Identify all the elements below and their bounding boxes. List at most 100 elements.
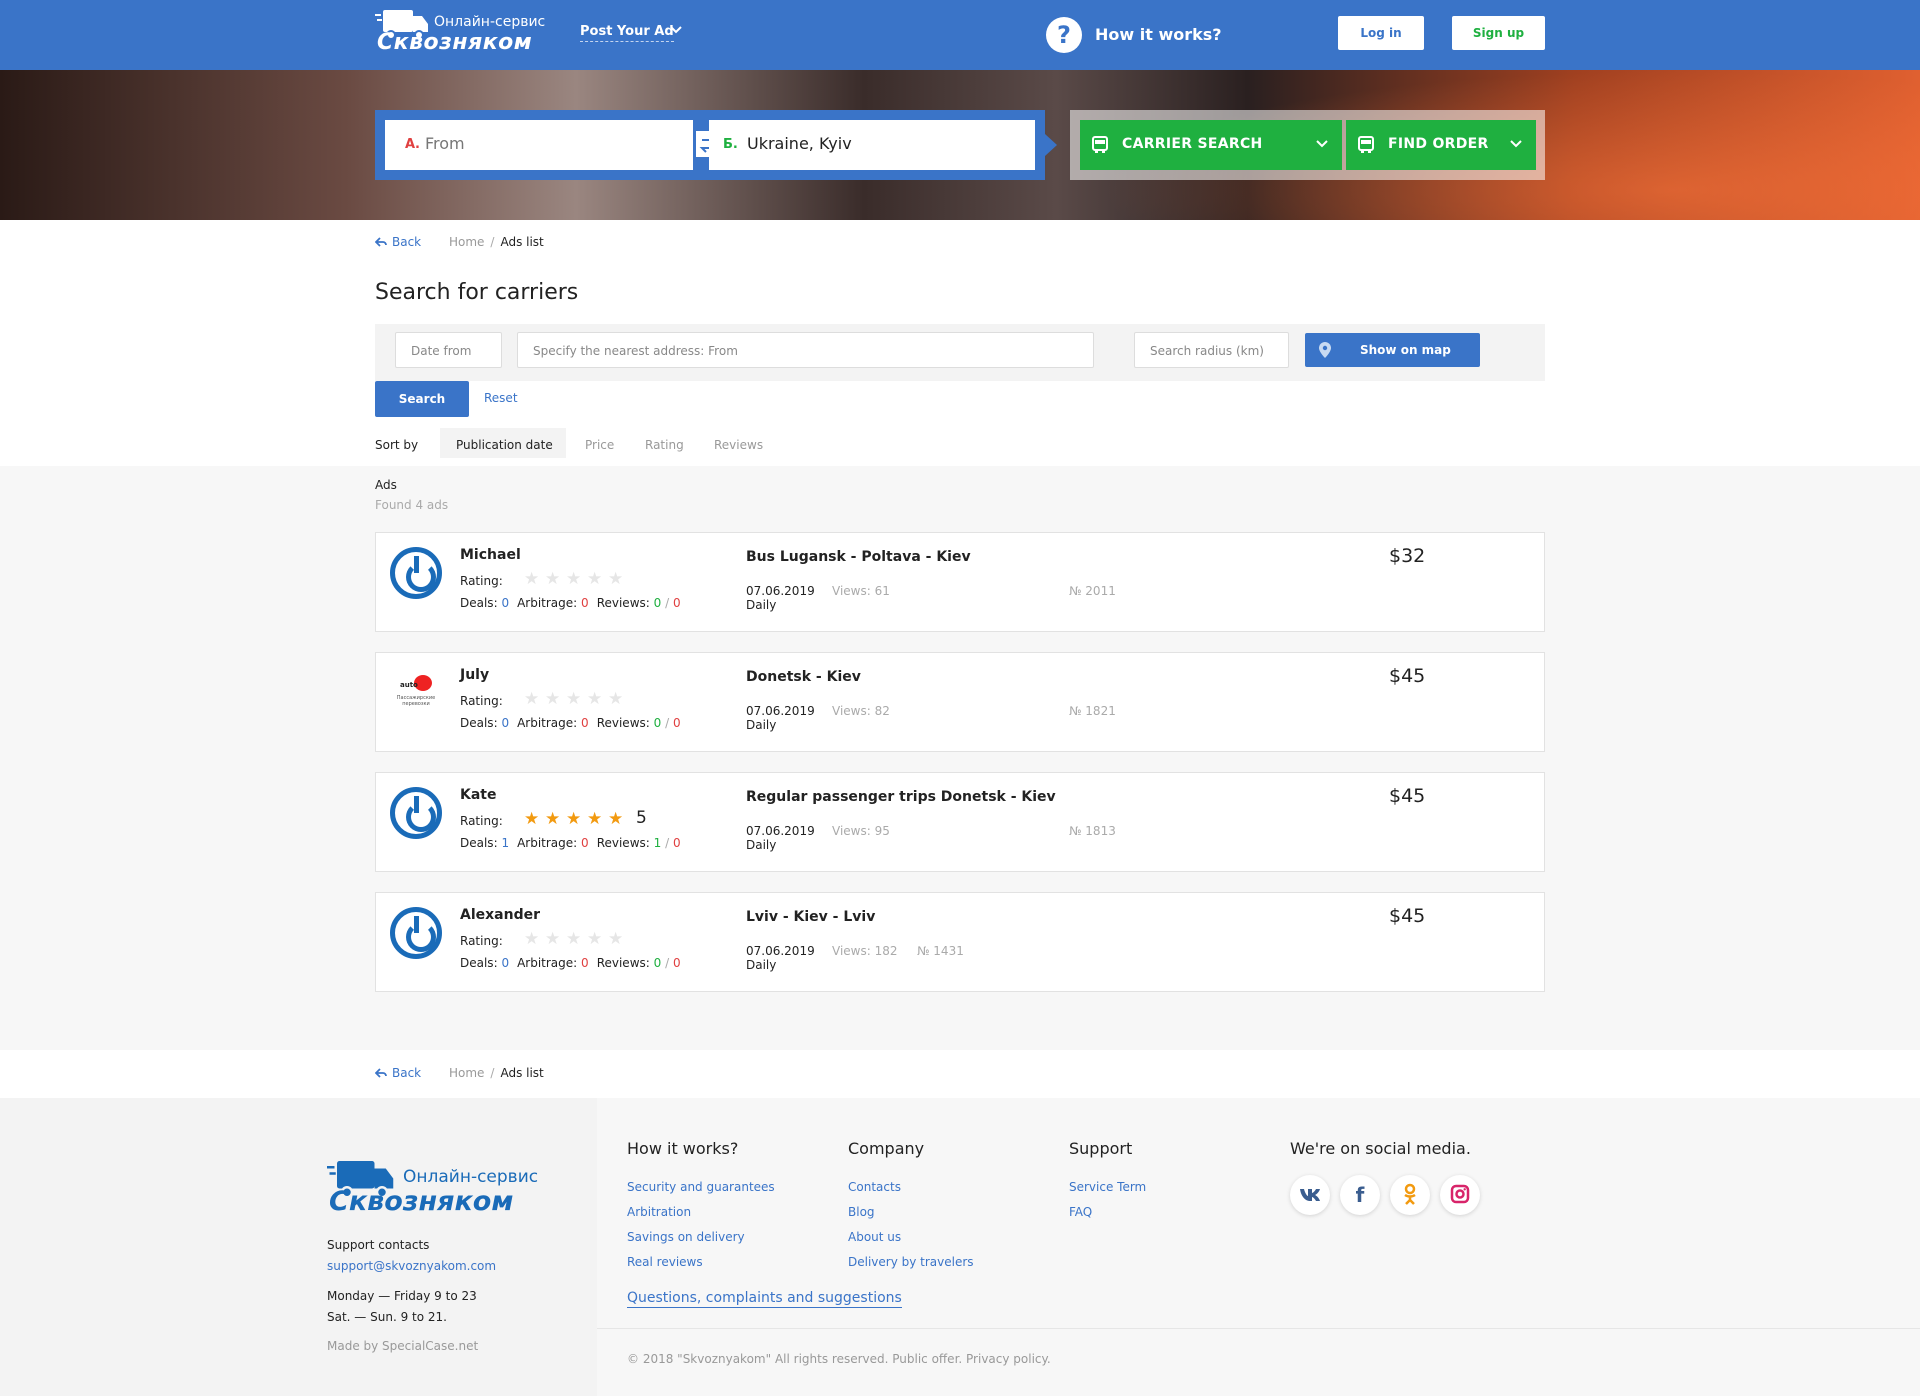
arbitrage-count: 0 (581, 596, 589, 610)
footer-link-security[interactable]: Security and guarantees (627, 1180, 775, 1194)
ad-frequency: Daily (746, 958, 777, 972)
back-link[interactable]: Back (374, 235, 421, 249)
star-icon: ★ (587, 689, 603, 709)
carrier-stats: Deals: 0 Arbitrage: 0 Reviews: 0 / 0 (460, 716, 681, 730)
ad-views: Views: 82 (832, 704, 890, 718)
post-ad-menu[interactable]: Post Your Ad (580, 24, 674, 42)
carrier-name[interactable]: Kate (460, 787, 496, 803)
arbitrage-label: Arbitrage: (517, 716, 578, 730)
footer-logo[interactable]: Онлайн-сервис Сквознякoм (327, 1155, 538, 1217)
how-it-works-link[interactable]: ? How it works? (1045, 16, 1265, 53)
rating-stars: ★ ★ ★ ★ ★ (524, 690, 629, 708)
power-logo-avatar[interactable] (390, 907, 442, 959)
footer-link-about[interactable]: About us (848, 1230, 901, 1244)
instagram-icon[interactable] (1440, 1175, 1480, 1215)
star-icon: ★ (608, 929, 624, 949)
sort-option-price[interactable]: Price (585, 438, 614, 462)
ad-number: № 1821 (1069, 704, 1116, 718)
rating-label: Rating: (460, 814, 503, 828)
sort-option-rating[interactable]: Rating (645, 438, 684, 462)
rating-label: Rating: (460, 694, 503, 708)
carrier-stats: Deals: 0 Arbitrage: 0 Reviews: 0 / 0 (460, 596, 681, 610)
star-icon: ★ (545, 569, 561, 589)
login-button[interactable]: Log in (1338, 16, 1424, 50)
ad-card[interactable]: Alexander Rating: ★ ★ ★ ★ ★ Deals: 0 Arbitrage: … (375, 892, 1545, 992)
footer-link-faq[interactable]: FAQ (1069, 1205, 1092, 1219)
rating-value: 5 (636, 808, 647, 828)
ad-card[interactable]: auto Пассажирские перевозки July Rating: ★ ★ ★… (375, 652, 1545, 752)
facebook-icon[interactable]: f (1340, 1175, 1380, 1215)
arbitrage-label: Arbitrage: (517, 956, 578, 970)
company-logo-avatar[interactable]: auto Пассажирские перевозки (390, 667, 442, 719)
site-logo[interactable]: Онлайн-сервис Сквознякoм (375, 6, 546, 55)
search-radius-input[interactable]: Search radius (km) (1134, 332, 1289, 368)
star-icon: ★ (545, 929, 561, 949)
ad-card[interactable]: Kate Rating: ★ ★ ★ ★ ★ 5 Deals: 1 Arbitrage: 0 Rev… (375, 772, 1545, 872)
ad-date: 07.06.2019 (746, 704, 815, 718)
ad-date: 07.06.2019 (746, 584, 815, 598)
ad-route-title[interactable]: Lviv - Kiev - Lviv (746, 909, 875, 925)
ad-route-title[interactable]: Bus Lugansk - Poltava - Kiev (746, 549, 971, 565)
arbitrage-count: 0 (581, 836, 589, 850)
deals-count: 0 (501, 596, 510, 610)
back-link[interactable]: Back (374, 1066, 421, 1080)
breadcrumb: Back Home / Ads list (374, 235, 544, 253)
carrier-name[interactable]: Alexander (460, 907, 540, 923)
date-from-input[interactable]: Date from (395, 332, 502, 368)
show-on-map-button[interactable]: Show on map (1305, 333, 1480, 367)
signup-button[interactable]: Sign up (1452, 16, 1545, 50)
footer-link-delivery-travelers[interactable]: Delivery by travelers (848, 1255, 974, 1269)
footer-link-blog[interactable]: Blog (848, 1205, 875, 1219)
footer-link-arbitration[interactable]: Arbitration (627, 1205, 691, 1219)
find-order-button[interactable]: FIND ORDER (1346, 120, 1536, 170)
star-icon: ★ (587, 569, 603, 589)
footer-company-heading: Company (848, 1139, 925, 1158)
to-input[interactable]: Ukraine, Kyiv (747, 134, 852, 153)
logo-title: Сквознякoм (329, 1186, 514, 1217)
breadcrumb-current: Ads list (500, 1066, 544, 1080)
ad-card[interactable]: Michael Rating: ★ ★ ★ ★ ★ Deals: 0 Arbitrage: 0R… (375, 532, 1545, 632)
footer-link-reviews[interactable]: Real reviews (627, 1255, 703, 1269)
carrier-search-button[interactable]: CARRIER SEARCH (1080, 120, 1342, 170)
ad-route-title[interactable]: Donetsk - Kiev (746, 669, 861, 685)
ad-views: Views: 182 (832, 944, 898, 958)
power-logo-avatar[interactable] (390, 787, 442, 839)
from-marker: А. (405, 137, 420, 152)
ads-count: Found 4 ads (375, 498, 449, 512)
made-by-link[interactable]: Made by SpecialCase.net (327, 1339, 478, 1353)
map-pin-icon (1319, 342, 1331, 358)
ad-number: № 1431 (917, 944, 964, 958)
vk-icon[interactable] (1290, 1175, 1330, 1215)
star-icon: ★ (524, 929, 540, 949)
sort-option-publication-date[interactable]: Publication date (456, 438, 553, 462)
ad-frequency: Daily (746, 718, 777, 732)
search-button[interactable]: Search (375, 381, 469, 417)
logo-subtitle: Онлайн-сервис (434, 14, 546, 30)
chevron-down-icon (1316, 140, 1328, 148)
arbitrage-count: 0 (581, 716, 589, 730)
breadcrumb-home[interactable]: Home (449, 1066, 484, 1080)
bus-icon (1092, 136, 1108, 153)
carrier-name[interactable]: July (460, 667, 489, 683)
ad-price: $45 (1389, 665, 1426, 687)
footer-link-service-term[interactable]: Service Term (1069, 1180, 1146, 1194)
sort-option-reviews[interactable]: Reviews (714, 438, 763, 462)
reset-button[interactable]: Reset (484, 391, 518, 405)
ad-route-title[interactable]: Regular passenger trips Donetsk - Kiev (746, 789, 1056, 805)
odnoklassniki-icon[interactable] (1390, 1175, 1430, 1215)
carrier-name[interactable]: Michael (460, 547, 521, 563)
from-input[interactable]: From (425, 134, 465, 153)
power-logo-avatar[interactable] (390, 547, 442, 599)
search-buttons-panel: CARRIER SEARCH FIND ORDER (1070, 110, 1545, 180)
questions-feedback-link[interactable]: Questions, complaints and suggestions (627, 1290, 902, 1308)
support-email-link[interactable]: support@skvoznyakom.com (327, 1259, 496, 1273)
address-input[interactable]: Specify the nearest address: From (517, 332, 1094, 368)
footer-link-contacts[interactable]: Contacts (848, 1180, 901, 1194)
filter-bar: Date from Specify the nearest address: F… (375, 324, 1545, 381)
bus-icon (1358, 136, 1374, 153)
to-field[interactable]: Б. Ukraine, Kyiv (709, 120, 1035, 170)
footer-link-savings[interactable]: Savings on delivery (627, 1230, 745, 1244)
breadcrumb-home[interactable]: Home (449, 235, 484, 249)
from-field[interactable]: А. From (385, 120, 693, 170)
chevron-down-icon[interactable] (670, 26, 682, 34)
